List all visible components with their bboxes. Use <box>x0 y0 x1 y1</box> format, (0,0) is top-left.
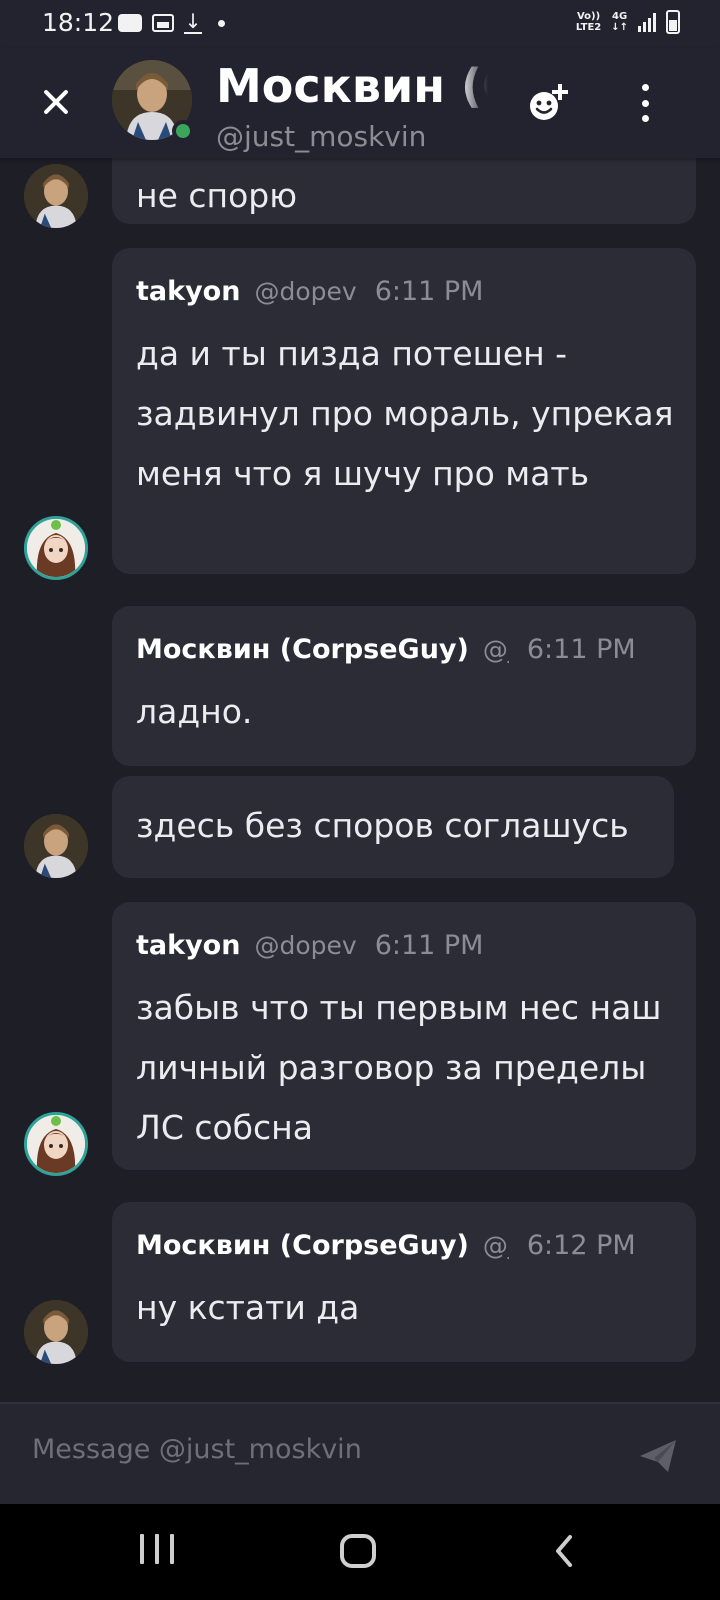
message-meta: takyon @dopev 6:11 PM <box>136 276 483 307</box>
message-input[interactable]: Message @just_moskvin <box>32 1434 362 1465</box>
nav-home-icon[interactable] <box>340 1534 376 1568</box>
gallery-notification-icon <box>152 14 174 32</box>
message-text: ну кстати да <box>136 1288 360 1327</box>
header-title: Москвин (CorpseGuy) <box>216 59 488 113</box>
message-meta: Москвин (CorpseGuy) @just_moskvin 6:12 P… <box>136 1230 636 1261</box>
nav-back-icon[interactable] <box>550 1534 580 1568</box>
more-notifications-icon <box>218 19 225 27</box>
youtube-notification-icon <box>118 14 142 32</box>
message-handle: @just_moskvin <box>482 635 509 664</box>
status-bar: 18:12 ↓ Vo)) LTE2 4G ↓↑ <box>0 0 720 48</box>
header-title-container[interactable]: Москвин (CorpseGuy) <box>216 58 488 114</box>
battery-icon <box>666 10 680 34</box>
message-author[interactable]: takyon <box>136 276 240 307</box>
add-friend-icon[interactable] <box>524 78 574 128</box>
message-handle: @dopev <box>254 931 357 960</box>
close-icon[interactable] <box>30 76 82 128</box>
status-time: 18:12 <box>42 8 115 37</box>
message-composer: Message @just_moskvin <box>0 1402 720 1504</box>
message-text: забыв что ты первым нес наш личный разго… <box>136 988 662 1147</box>
chat-screen: 18:12 ↓ Vo)) LTE2 4G ↓↑ Москвин @just_mo… <box>0 0 720 1600</box>
download-notification-icon: ↓ <box>184 9 202 34</box>
more-options-icon[interactable] <box>630 78 660 128</box>
message-list[interactable]: не спорю takyon @dopev 6:11 PM да и ты п… <box>0 158 720 1402</box>
moskvin-avatar[interactable] <box>24 814 88 878</box>
message-bubble[interactable]: здесь без споров соглашусь <box>112 776 674 878</box>
moskvin-avatar[interactable] <box>24 1300 88 1364</box>
moskvin-avatar[interactable] <box>24 164 88 228</box>
message-text: ладно. <box>136 692 253 731</box>
message-timestamp: 6:11 PM <box>526 634 636 665</box>
takyon-avatar[interactable] <box>24 516 88 580</box>
message-bubble[interactable]: takyon @dopev 6:11 PM забыв что ты первы… <box>112 902 696 1170</box>
message-handle: @dopev <box>254 277 357 306</box>
message-text: да и ты пизда потешен - задвинул про мор… <box>136 334 674 493</box>
message-handle: @just_moskvin <box>482 1231 509 1260</box>
message-text: не спорю <box>136 176 298 215</box>
system-navigation-bar <box>0 1504 720 1600</box>
message-author[interactable]: takyon <box>136 930 240 961</box>
message-meta: Москвин (CorpseGuy) @just_moskvin 6:11 P… <box>136 634 636 665</box>
message-bubble[interactable]: takyon @dopev 6:11 PM да и ты пизда поте… <box>112 248 696 574</box>
message-bubble[interactable]: Москвин (CorpseGuy) @just_moskvin 6:11 P… <box>112 606 696 766</box>
notification-icons: ↓ <box>118 9 225 34</box>
volte-icon: Vo)) LTE2 <box>575 11 602 33</box>
message-meta: takyon @dopev 6:11 PM <box>136 930 483 961</box>
message-bubble[interactable]: Москвин (CorpseGuy) @just_moskvin 6:12 P… <box>112 1202 696 1362</box>
online-status-indicator <box>172 120 194 142</box>
message-bubble[interactable]: не спорю <box>112 158 696 224</box>
message-timestamp: 6:12 PM <box>526 1230 636 1261</box>
system-icons: Vo)) LTE2 4G ↓↑ <box>576 10 680 34</box>
network-type-icon: 4G ↓↑ <box>611 11 628 33</box>
nav-recents-icon[interactable] <box>140 1534 174 1568</box>
message-author[interactable]: Москвин (CorpseGuy) <box>136 634 469 665</box>
message-timestamp: 6:11 PM <box>374 276 484 307</box>
message-text: здесь без споров соглашусь <box>136 806 629 845</box>
header-username: @just_moskvin <box>216 120 427 153</box>
message-timestamp: 6:11 PM <box>374 930 484 961</box>
send-icon[interactable] <box>636 1436 680 1476</box>
chat-header: Москвин (CorpseGuy) @just_moskvin <box>0 48 720 158</box>
takyon-avatar[interactable] <box>24 1112 88 1176</box>
message-author[interactable]: Москвин (CorpseGuy) <box>136 1230 469 1261</box>
signal-icon <box>638 12 656 32</box>
